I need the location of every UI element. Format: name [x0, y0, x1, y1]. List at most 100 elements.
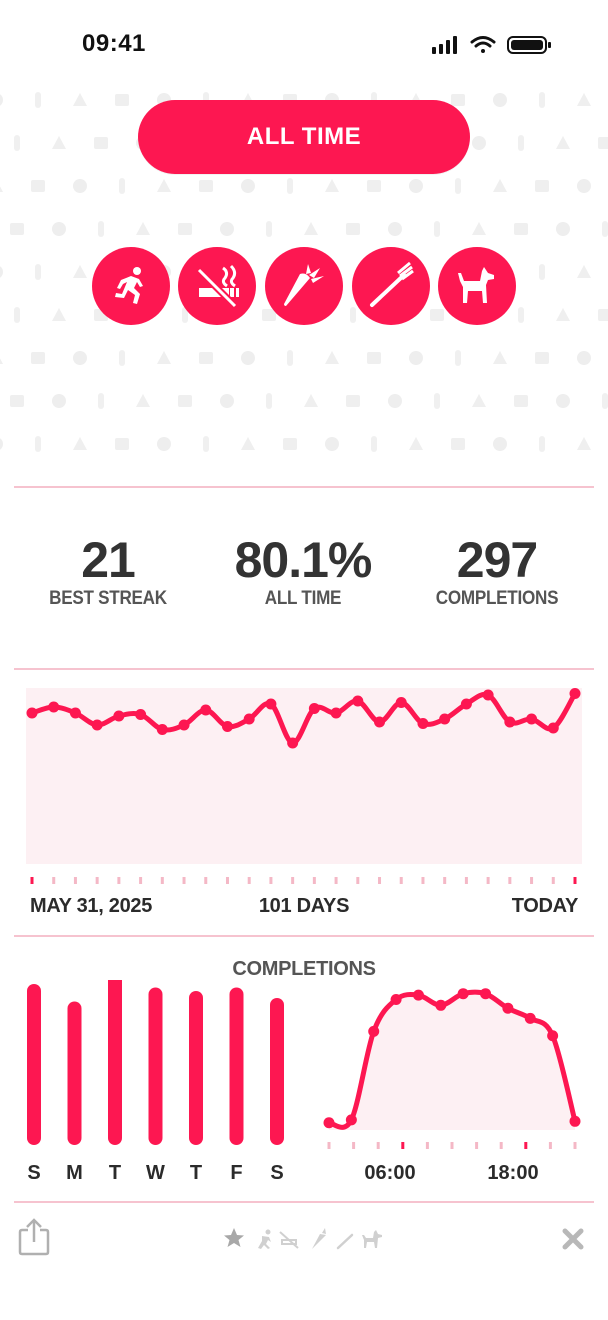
trend-point: [26, 707, 38, 719]
trend-point: [287, 737, 299, 749]
no-smoking-small-icon: [279, 1231, 299, 1249]
pattern-glyph: [287, 178, 293, 194]
toothbrush-icon: [370, 261, 414, 307]
pattern-glyph: [220, 222, 234, 236]
trend-tick: [291, 877, 295, 884]
trend-tick: [312, 877, 316, 884]
habit-running-button[interactable]: [92, 247, 170, 325]
weekday-bar: [270, 998, 284, 1145]
trend-tick: [139, 877, 143, 884]
pattern-glyph: [535, 180, 549, 192]
pattern-glyph: [94, 137, 108, 149]
trend-start-label: MAY 31, 2025: [30, 895, 153, 917]
pattern-glyph: [52, 222, 66, 236]
pattern-glyph: [493, 437, 507, 451]
trend-point: [547, 722, 559, 734]
trend-tick: [486, 877, 490, 884]
hourly-tick: [475, 1142, 479, 1149]
all-time-filter-button[interactable]: ALL TIME: [138, 100, 470, 174]
status-icons: [432, 36, 551, 54]
stat-label: ALL TIME: [264, 588, 342, 609]
pattern-glyph: [0, 94, 3, 106]
hourly-point: [569, 1115, 581, 1127]
pattern-glyph: [493, 93, 507, 107]
pattern-glyph: [0, 186, 3, 192]
pattern-glyph: [241, 179, 255, 193]
carrot-icon: [284, 264, 324, 306]
pattern-glyph: [35, 92, 41, 108]
habit-dog-button[interactable]: [438, 247, 516, 325]
pattern-glyph: [0, 438, 3, 450]
pattern-glyph: [455, 178, 461, 194]
pattern-glyph: [136, 394, 150, 407]
pattern-glyph: [178, 223, 192, 235]
pattern-glyph: [556, 222, 570, 236]
hourly-tick: [524, 1142, 528, 1149]
weekday-label: T: [108, 1162, 122, 1184]
habit-filter-strip[interactable]: [222, 1226, 386, 1252]
trend-days-label: 101 DAYS: [258, 895, 350, 917]
share-icon[interactable]: [18, 1218, 50, 1256]
runner-small-icon: [258, 1229, 271, 1249]
pattern-glyph: [73, 265, 87, 278]
pattern-glyph: [409, 179, 423, 193]
close-icon[interactable]: [562, 1228, 584, 1250]
pattern-glyph: [556, 136, 570, 149]
trend-point: [395, 697, 407, 708]
pattern-glyph: [73, 179, 87, 193]
trend-tick: [225, 877, 229, 884]
trend-tick: [399, 877, 403, 884]
hourly-tick: [376, 1142, 380, 1149]
hourly-tick: [499, 1142, 503, 1149]
pattern-glyph: [73, 437, 87, 450]
hourly-point: [390, 994, 402, 1005]
habit-no-smoking-button[interactable]: [178, 247, 256, 325]
trend-point: [482, 689, 494, 701]
pattern-glyph: [157, 179, 171, 192]
hourly-tick: [450, 1142, 454, 1149]
pattern-glyph: [518, 135, 524, 151]
weekday-label: F: [230, 1162, 243, 1184]
hourly-point: [368, 1025, 380, 1037]
star-icon: [224, 1228, 244, 1247]
pattern-glyph: [73, 93, 87, 106]
trend-tick: [356, 877, 360, 884]
no-smoking-icon: [196, 264, 239, 309]
pattern-glyph: [119, 350, 125, 366]
pattern-glyph: [283, 438, 297, 450]
pattern-glyph: [434, 393, 440, 409]
completions-title: COMPLETIONS: [232, 958, 376, 980]
pattern-glyph: [388, 222, 402, 236]
trend-tick: [95, 877, 99, 884]
hourly-tick: [425, 1142, 429, 1149]
pattern-glyph: [598, 137, 608, 149]
pattern-glyph: [388, 394, 402, 408]
divider: [14, 1201, 594, 1203]
hourly-point: [457, 988, 469, 1000]
trend-tick: [443, 877, 447, 884]
weekday-bar: [148, 987, 163, 1145]
trend-tick: [508, 877, 512, 884]
dog-small-icon: [362, 1230, 382, 1248]
trend-point: [308, 703, 320, 714]
pattern-glyph: [350, 307, 356, 323]
pattern-glyph: [115, 94, 129, 106]
dog-icon: [458, 267, 494, 303]
weekday-label: M: [66, 1162, 83, 1184]
stat-value: 80.1%: [234, 532, 373, 588]
pattern-glyph: [10, 395, 24, 407]
hour-tick-18: 18:00: [487, 1162, 539, 1184]
hourly-point: [524, 1012, 536, 1024]
trend-tick: [551, 877, 555, 884]
hourly-point: [502, 1002, 514, 1014]
pattern-glyph: [325, 437, 339, 451]
pattern-glyph: [472, 222, 486, 235]
habit-toothbrush-button[interactable]: [352, 247, 430, 325]
pattern-glyph: [178, 395, 192, 407]
habit-carrot-button[interactable]: [265, 247, 343, 325]
pattern-glyph: [409, 437, 423, 450]
pattern-glyph: [577, 351, 591, 365]
pattern-glyph: [539, 436, 545, 452]
trend-point: [569, 688, 581, 699]
pattern-glyph: [472, 394, 486, 407]
